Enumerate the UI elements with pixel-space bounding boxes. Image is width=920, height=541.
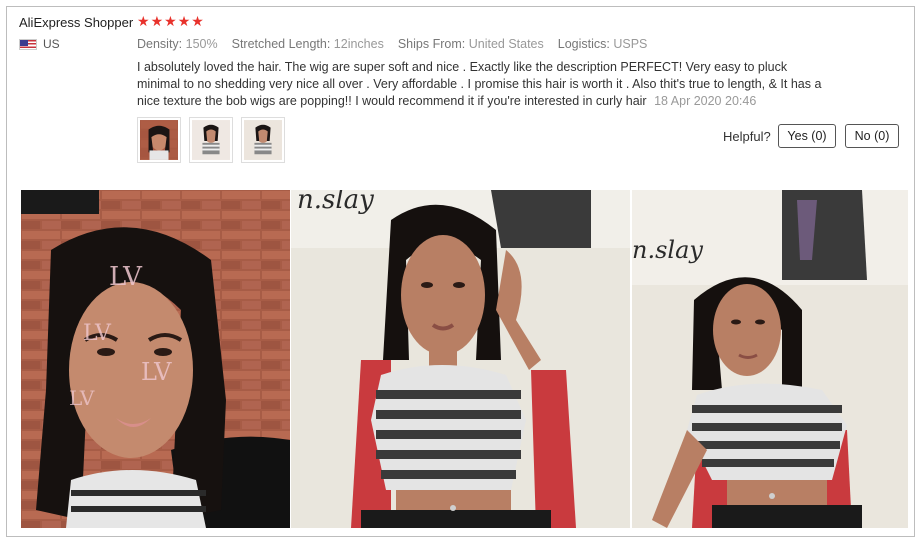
reviewer-name: AliExpress Shopper [19, 15, 134, 30]
country-code: US [43, 37, 60, 51]
review-date: 18 Apr 2020 20:46 [654, 94, 757, 108]
svg-text:LV: LV [141, 358, 172, 386]
helpful-no-button[interactable]: No (0) [845, 124, 899, 148]
thumbnail-3[interactable] [241, 117, 285, 163]
rating-stars: ★ ★ ★ ★ ★ [137, 13, 204, 29]
star-icon: ★ [150, 13, 164, 29]
star-icon: ★ [191, 13, 204, 29]
review-photo-3[interactable]: n.slay [632, 190, 908, 528]
helpful-label: Helpful? [723, 129, 771, 144]
thumbnail-2[interactable] [189, 117, 233, 163]
photo3-sign: n.slay [632, 236, 703, 264]
attr-length: Stretched Length: 12inches [231, 37, 384, 51]
us-flag-icon [19, 38, 37, 50]
helpful-yes-button[interactable]: Yes (0) [778, 124, 836, 148]
svg-text:LV: LV [109, 262, 143, 292]
star-icon: ★ [164, 13, 177, 29]
review-card: AliExpress Shopper ★ ★ ★ ★ ★ US Density:… [6, 6, 915, 537]
review-photo-2[interactable]: n.slay [291, 190, 630, 528]
attr-density: Density: 150% [137, 37, 218, 51]
thumbnail-1[interactable] [137, 117, 181, 163]
svg-text:LV: LV [83, 321, 112, 346]
star-icon: ★ [137, 13, 150, 29]
star-icon: ★ [177, 13, 191, 29]
reviewer-country: US [19, 37, 60, 51]
photo2-sign: n.slay [297, 190, 374, 215]
product-attributes: Density: 150% Stretched Length: 12inches… [137, 37, 647, 51]
review-thumbnails [137, 117, 285, 163]
review-photo-1[interactable]: LV LV LV LV [21, 190, 290, 528]
svg-text:LV: LV [69, 386, 95, 410]
attr-logistics: Logistics: USPS [557, 37, 648, 51]
review-text: I absolutely loved the hair. The wig are… [137, 59, 827, 110]
attr-ships-from: Ships From: United States [397, 37, 544, 51]
